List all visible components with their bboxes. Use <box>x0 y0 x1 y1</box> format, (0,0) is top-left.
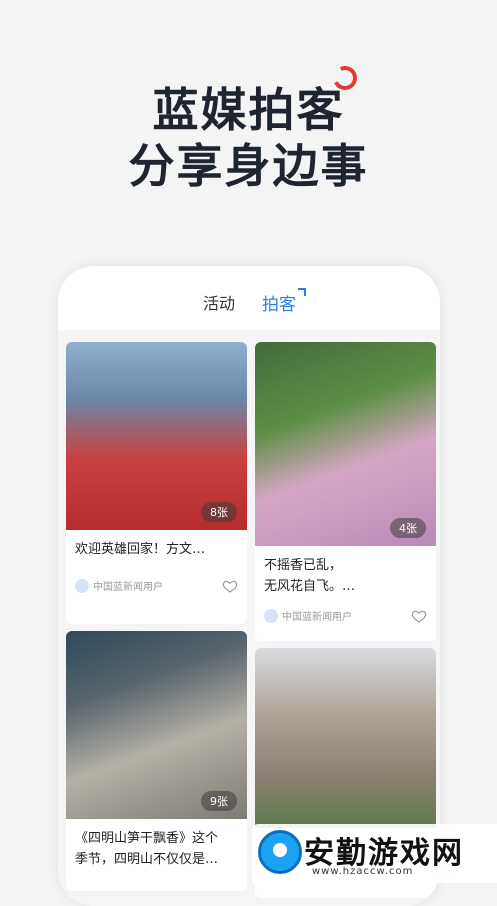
feed-card[interactable]: 9张 《四明山笋干飘香》这个 季节，四明山不仅仅是… <box>66 631 247 891</box>
watermark-logo-icon <box>258 830 302 874</box>
photo-feed[interactable]: 8张 欢迎英雄回家！方文… 中国蓝新闻用户 4张 不摇香已乱， 无风花自飞。… … <box>58 330 440 906</box>
tab-paike[interactable]: 拍客 <box>262 290 296 315</box>
card-title: 不摇香已乱， 无风花自飞。… <box>264 555 430 597</box>
tab-bar: 活动 拍客 <box>58 288 440 318</box>
tab-active-corner-icon <box>298 288 306 296</box>
card-title: 欢迎英雄回家！方文… <box>75 542 206 557</box>
tab-activities[interactable]: 活动 <box>203 290 235 314</box>
card-title-line: 《四明山笋干飘香》这个 <box>75 831 219 846</box>
feed-card[interactable]: 8张 欢迎英雄回家！方文… 中国蓝新闻用户 <box>66 342 247 624</box>
phone-mockup: 活动 拍客 8张 欢迎英雄回家！方文… 中国蓝新闻用户 4张 不摇香已乱， 无风… <box>58 266 440 906</box>
author-name: 中国蓝新闻用户 <box>282 612 352 623</box>
avatar <box>75 578 89 593</box>
card-photo <box>255 342 436 546</box>
card-title-line: 无风花自飞。… <box>264 579 356 594</box>
photo-count-badge: 4张 <box>390 518 426 538</box>
avatar <box>264 608 278 623</box>
author-name: 中国蓝新闻用户 <box>93 582 163 593</box>
card-title-line: 季节，四明山不仅仅是… <box>75 852 219 867</box>
heart-icon[interactable] <box>411 608 427 624</box>
card-author: 中国蓝新闻用户 <box>264 608 352 624</box>
watermark-url: www.hzaccw.com <box>312 866 414 877</box>
feed-card[interactable]: 4张 不摇香已乱， 无风花自飞。… 中国蓝新闻用户 <box>255 342 436 641</box>
card-photo <box>255 648 436 828</box>
photo-count-badge: 8张 <box>201 502 237 522</box>
photo-count-badge: 9张 <box>201 791 237 811</box>
card-title-line: 不摇香已乱， <box>264 558 343 573</box>
watermark-banner: 安勤游戏网 www.hzaccw.com <box>252 824 497 883</box>
hero-line-2: 分享身边事 <box>128 139 369 193</box>
card-title: 《四明山笋干飘香》这个 季节，四明山不仅仅是… <box>75 828 241 870</box>
heart-icon[interactable] <box>222 578 238 594</box>
card-author: 中国蓝新闻用户 <box>75 578 163 594</box>
